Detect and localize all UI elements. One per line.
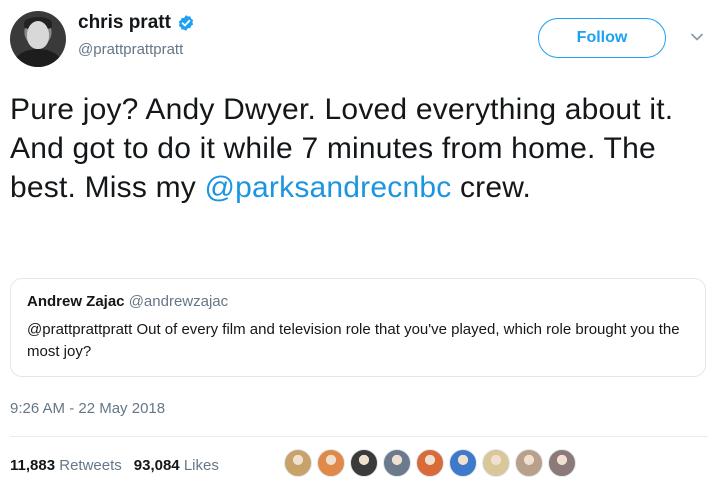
tweet-text-part: crew. [451,171,531,204]
avatar-face [27,21,49,49]
quoted-tweet-text: @prattprattpratt Out of every film and t… [27,321,680,360]
author-name-row: chris pratt [78,12,195,34]
mention-link[interactable]: @parksandrecnbc [205,171,452,204]
tweet-stats: 11,883 Retweets 93,084 Likes [10,457,219,474]
retweets-label: Retweets [59,457,122,474]
liker-avatar[interactable] [482,449,510,477]
quoted-tweet-header: Andrew Zajac @andrewzajac [27,293,228,310]
author-handle[interactable]: @prattprattpratt [78,41,183,58]
liker-avatars [284,449,581,477]
chevron-down-icon[interactable] [690,30,704,44]
verified-badge-icon [178,15,194,31]
author-avatar[interactable] [10,11,66,67]
author-display-name[interactable]: chris pratt [78,12,171,34]
liker-avatar[interactable] [449,449,477,477]
retweets-count: 11,883 [10,457,56,474]
quoted-author-name: Andrew Zajac [27,293,125,310]
tweet-timestamp[interactable]: 9:26 AM - 22 May 2018 [10,400,165,417]
likes-label: Likes [183,457,219,474]
likes-count: 93,084 [133,457,180,474]
liker-avatar[interactable] [515,449,543,477]
liker-avatar[interactable] [416,449,444,477]
divider [10,436,708,437]
tweet-text: Pure joy? Andy Dwyer. Loved everything a… [10,90,700,207]
liker-avatar[interactable] [317,449,345,477]
liker-avatar[interactable] [284,449,312,477]
retweets-stat[interactable]: 11,883 Retweets [10,457,122,474]
liker-avatar[interactable] [350,449,378,477]
quoted-tweet[interactable]: Andrew Zajac @andrewzajac @prattprattpra… [10,278,706,377]
liker-avatar[interactable] [548,449,576,477]
avatar-shoulders [14,49,62,67]
likes-stat[interactable]: 93,084 Likes [134,457,219,474]
liker-avatar[interactable] [383,449,411,477]
quoted-author-handle: @andrewzajac [128,293,229,310]
follow-button[interactable]: Follow [538,18,666,58]
